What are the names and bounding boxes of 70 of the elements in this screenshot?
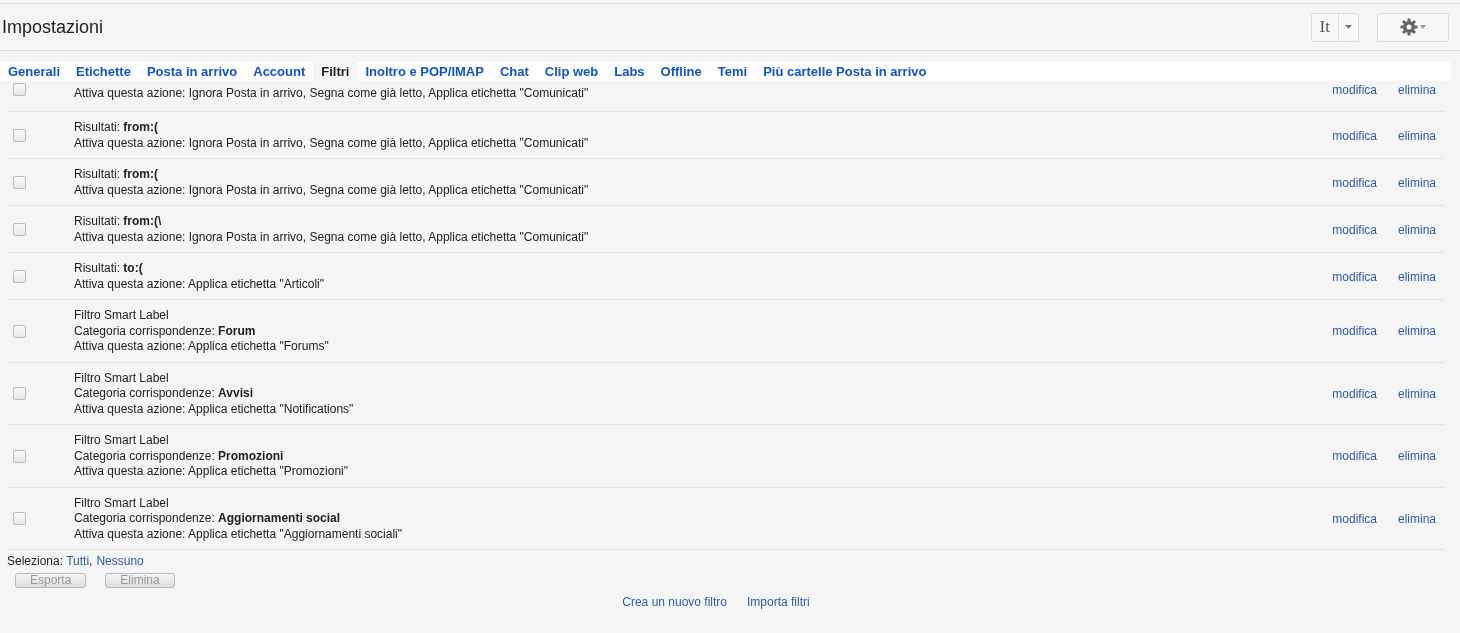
separator-text: , (89, 554, 93, 568)
checkbox[interactable] (13, 512, 26, 526)
settings-button[interactable] (1377, 12, 1449, 42)
footer-link[interactable]: Importa filtri (747, 595, 810, 609)
filter-text: Categoria corrispondenze: Avvisi (74, 386, 254, 402)
filter-text: Attiva questa azione: Applica etichetta "Promozioni" (74, 464, 349, 480)
checkbox[interactable] (13, 223, 26, 236)
language-button[interactable]: It (1310, 12, 1359, 42)
settings-tab[interactable]: Labs (614, 62, 653, 81)
delete-link[interactable]: elimina (1398, 386, 1436, 401)
checkbox[interactable] (13, 83, 26, 96)
settings-tab[interactable]: Etichette (76, 62, 139, 81)
settings-tab[interactable]: Clip web (544, 62, 607, 81)
caret-icon (1345, 25, 1352, 29)
checkbox[interactable] (13, 449, 26, 463)
filter-text: Risultati: from:(\ (74, 214, 163, 230)
delete-link[interactable]: elimina (1398, 222, 1436, 237)
filter-text: Attiva questa azione: Applica etichetta "Notifications" (74, 401, 355, 417)
filter-text: Filtro Smart Label (74, 370, 170, 386)
settings-tab[interactable]: Chat (499, 62, 537, 81)
settings-tab[interactable]: Inoltro e POP/IMAP (365, 62, 492, 81)
filter-text: Risultati: from:( (74, 167, 160, 183)
filter-text: Attiva questa azione: Ignora Posta in arrivo, Segna come già letto, Applica etichetta "Comunicati" (74, 135, 590, 151)
filter-text: Attiva questa azione: Ignora Posta in arrivo, Segna come già letto, Applica etichetta "Comunicati" (74, 182, 590, 198)
settings-icon (1400, 18, 1426, 36)
edit-link[interactable]: modifica (1332, 175, 1377, 190)
delete-link[interactable]: elimina (1398, 324, 1436, 339)
filter-text: Categoria corrispondenze: Aggiornamenti social (74, 511, 342, 527)
filter-text: Attiva questa azione: Ignora Posta in arrivo, Segna come già letto, Applica etichetta "Comunicati" (74, 85, 590, 102)
checkbox[interactable] (13, 176, 26, 189)
edit-link[interactable]: modifica (1332, 386, 1377, 401)
delete-link[interactable]: elimina (1398, 449, 1436, 464)
filter-text: Attiva questa azione: Applica etichetta "Forums" (74, 339, 330, 355)
filter-text: Attiva questa azione: Ignora Posta in arrivo, Segna come già letto, Applica etichetta "Comunicati" (74, 229, 590, 245)
checkbox[interactable] (13, 270, 26, 283)
settings-tab[interactable]: Più cartelle Posta in arrivo (763, 62, 935, 81)
delete-link[interactable]: elimina (1398, 269, 1436, 284)
filter-text: Attiva questa azione: Applica etichetta "Aggiornamenti sociali" (74, 526, 404, 542)
settings-tab[interactable]: Generali (8, 62, 69, 81)
delete-link[interactable]: elimina (1398, 83, 1436, 97)
select-label: Seleziona: (7, 554, 65, 568)
edit-link[interactable]: modifica (1332, 83, 1377, 97)
edit-link[interactable]: modifica (1332, 449, 1377, 464)
delete-link[interactable]: elimina (1398, 511, 1436, 526)
edit-link[interactable]: modifica (1332, 222, 1377, 237)
edit-link[interactable]: modifica (1332, 128, 1377, 143)
page-title: Impostazioni (2, 16, 104, 38)
filter-text: Filtro Smart Label (74, 308, 170, 324)
edit-link[interactable]: modifica (1332, 269, 1377, 284)
filter-text: Risultati: to:( (74, 261, 144, 277)
filter-text: Filtro Smart Label (74, 433, 170, 449)
select-none-link[interactable]: Nessuno (96, 554, 144, 568)
footer-link[interactable]: Crea un nuovo filtro (622, 595, 727, 609)
settings-tab[interactable]: Temi (717, 62, 756, 81)
checkbox[interactable] (13, 387, 26, 401)
filter-text: Filtro Smart Label (74, 495, 170, 511)
settings-tab[interactable]: Offline (660, 62, 710, 81)
delete-link[interactable]: elimina (1398, 128, 1436, 143)
settings-tab[interactable]: Account (253, 62, 314, 81)
delete-link[interactable]: elimina (1398, 175, 1436, 190)
filter-text: Categoria corrispondenze: Forum (74, 323, 257, 339)
edit-link[interactable]: modifica (1332, 511, 1377, 526)
checkbox[interactable] (13, 129, 26, 142)
checkbox[interactable] (13, 324, 26, 338)
settings-tab[interactable]: Filtri (313, 62, 358, 81)
settings-tab[interactable]: Posta in arrivo (146, 62, 246, 81)
filter-text: Attiva questa azione: Applica etichetta "Articoli" (74, 276, 325, 292)
edit-link[interactable]: modifica (1332, 324, 1377, 339)
filter-text: Categoria corrispondenze: Promozioni (74, 448, 285, 464)
filter-text: Risultati: from:( (74, 120, 160, 136)
